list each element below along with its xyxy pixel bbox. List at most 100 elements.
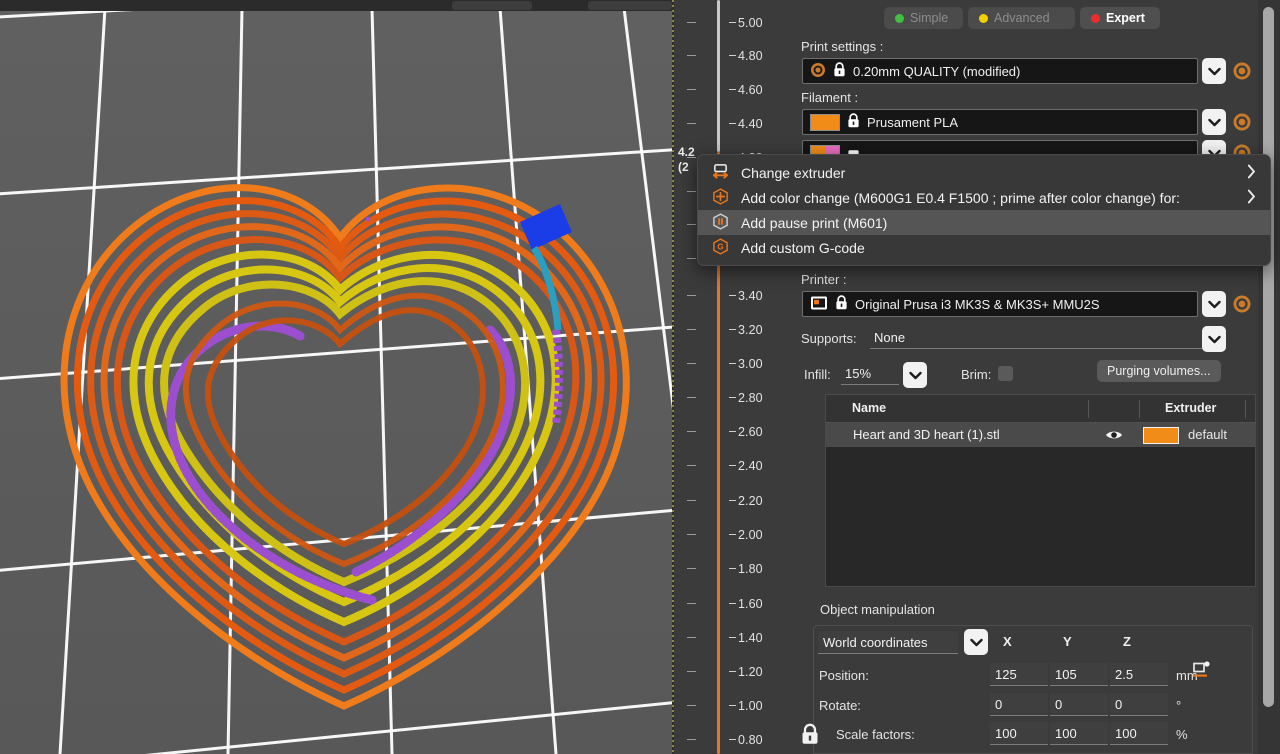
heart-model-gcode[interactable] bbox=[0, 0, 672, 754]
layer-tick[interactable]: 1.60 bbox=[674, 597, 800, 611]
gcode-tick-context-menu[interactable]: Change extruder Add color change (M600G1 … bbox=[697, 154, 1271, 266]
tick-dash bbox=[729, 431, 736, 432]
position-z-field[interactable] bbox=[1110, 663, 1168, 686]
mode-dot-icon bbox=[895, 13, 904, 23]
mode-button-label: Advanced bbox=[994, 11, 1050, 25]
layer-tick[interactable]: 2.80 bbox=[674, 391, 800, 405]
layer-tick[interactable]: 1.00 bbox=[674, 699, 800, 713]
rotate-x-field[interactable] bbox=[990, 693, 1048, 716]
infill-dropdown-button[interactable] bbox=[903, 362, 927, 388]
supports-select[interactable] bbox=[870, 327, 1212, 349]
coordinate-space-dropdown-button[interactable] bbox=[964, 629, 988, 655]
rotate-y-field[interactable] bbox=[1050, 693, 1108, 716]
layer-tick[interactable]: 3.40 bbox=[674, 289, 800, 303]
layer-tick[interactable]: 0.80 bbox=[674, 733, 800, 747]
coordinate-space-select[interactable] bbox=[818, 631, 958, 654]
layer-tick[interactable]: 1.20 bbox=[674, 665, 800, 679]
tick-label: 2.00 bbox=[738, 528, 763, 542]
context-menu-item[interactable]: Add color change (M600G1 E0.4 F1500 ; pr… bbox=[698, 185, 1270, 210]
scale-z-field[interactable] bbox=[1110, 722, 1168, 745]
layer-slider[interactable]: 5.004.804.604.404.204.003.803.603.403.20… bbox=[674, 0, 800, 754]
layer-tick[interactable]: 1.40 bbox=[674, 631, 800, 645]
object-manipulation-title: Object manipulation bbox=[820, 602, 935, 617]
tick-label: 2.40 bbox=[738, 459, 763, 473]
tick-mark bbox=[687, 363, 696, 364]
axis-header-y: Y bbox=[1063, 634, 1072, 649]
viewport-toolbar[interactable] bbox=[0, 0, 672, 11]
print-settings-dropdown-button[interactable] bbox=[1202, 58, 1226, 84]
filament-dropdown-button[interactable] bbox=[1202, 109, 1226, 135]
tick-mark bbox=[687, 568, 696, 569]
eye-icon[interactable] bbox=[1105, 429, 1123, 444]
printer-icon bbox=[810, 295, 828, 314]
scale-y-field[interactable] bbox=[1050, 722, 1108, 745]
mode-button-expert[interactable]: Expert bbox=[1080, 7, 1160, 29]
print-settings-combo[interactable]: 0.20mm QUALITY (modified) bbox=[802, 58, 1198, 84]
tick-mark bbox=[687, 295, 696, 296]
printer-edit-icon[interactable] bbox=[1232, 294, 1252, 314]
purging-volumes-button[interactable]: Purging volumes... bbox=[1097, 360, 1221, 382]
context-menu-item[interactable]: G Add custom G-code bbox=[698, 235, 1270, 260]
context-menu-item[interactable]: Change extruder bbox=[698, 160, 1270, 185]
filament-edit-icon[interactable] bbox=[1232, 112, 1252, 132]
position-y-field[interactable] bbox=[1050, 663, 1108, 686]
infill-label: Infill: bbox=[804, 367, 831, 382]
layer-tick[interactable]: 4.40 bbox=[674, 117, 800, 131]
mode-button-simple[interactable]: Simple bbox=[884, 7, 963, 29]
supports-dropdown-button[interactable] bbox=[1202, 326, 1226, 352]
layer-tick[interactable]: 3.20 bbox=[674, 323, 800, 337]
printer-label: Printer : bbox=[801, 272, 847, 287]
object-list[interactable]: Name Extruder Heart and 3D heart (1).stl… bbox=[825, 394, 1256, 587]
scale-unit: % bbox=[1176, 727, 1188, 742]
context-menu-item-label: Add color change (M600G1 E0.4 F1500 ; pr… bbox=[741, 189, 1180, 206]
right-panel-scrollbar[interactable] bbox=[1258, 0, 1280, 754]
lock-icon[interactable] bbox=[800, 723, 820, 748]
prusaslicer-window: 5.004.804.604.404.204.003.803.603.403.20… bbox=[0, 0, 1280, 754]
tick-dash bbox=[729, 123, 736, 124]
print-settings-label: Print settings : bbox=[801, 39, 884, 54]
supports-label: Supports: bbox=[801, 331, 857, 346]
filament-combo[interactable]: Prusament PLA bbox=[802, 109, 1198, 135]
layer-tick[interactable]: 3.00 bbox=[674, 357, 800, 371]
tick-mark bbox=[687, 55, 696, 56]
scale-x-field[interactable] bbox=[990, 722, 1048, 745]
gcode-preview-viewport[interactable] bbox=[0, 0, 672, 754]
rotate-z-field[interactable] bbox=[1110, 693, 1168, 716]
tick-dash bbox=[729, 500, 736, 501]
tick-mark bbox=[687, 89, 696, 90]
tick-mark bbox=[687, 671, 696, 672]
printer-dropdown-button[interactable] bbox=[1202, 291, 1226, 317]
layer-tick[interactable]: 4.60 bbox=[674, 83, 800, 97]
printer-combo[interactable]: Original Prusa i3 MK3S & MK3S+ MMU2S bbox=[802, 291, 1198, 317]
tick-dash bbox=[729, 89, 736, 90]
brim-checkbox[interactable] bbox=[998, 366, 1013, 381]
printer-value: Original Prusa i3 MK3S & MK3S+ MMU2S bbox=[855, 296, 1100, 312]
layer-tick[interactable]: 2.40 bbox=[674, 459, 800, 473]
tick-label: 1.00 bbox=[738, 699, 763, 713]
mode-button-advanced[interactable]: Advanced bbox=[968, 7, 1075, 29]
tick-label: 2.60 bbox=[738, 425, 763, 439]
mode-dot-icon bbox=[1091, 13, 1100, 23]
object-name: Heart and 3D heart (1).stl bbox=[853, 427, 1000, 442]
layer-tick[interactable]: 5.00 bbox=[674, 16, 800, 30]
tick-label: 1.20 bbox=[738, 665, 763, 679]
drop-to-bed-icon[interactable] bbox=[1192, 661, 1211, 681]
layer-tick[interactable]: 2.60 bbox=[674, 425, 800, 439]
chevron-right-icon bbox=[1247, 164, 1256, 182]
layer-tick[interactable]: 2.00 bbox=[674, 528, 800, 542]
scrollbar-thumb[interactable] bbox=[1263, 7, 1274, 707]
position-label: Position: bbox=[819, 668, 869, 683]
layer-tick[interactable]: 2.20 bbox=[674, 494, 800, 508]
tick-label: 3.20 bbox=[738, 323, 763, 337]
object-list-header: Name Extruder bbox=[826, 395, 1255, 423]
layer-tick[interactable]: 1.80 bbox=[674, 562, 800, 576]
object-list-row[interactable]: Heart and 3D heart (1).stl default bbox=[826, 423, 1255, 447]
infill-select[interactable] bbox=[841, 363, 899, 385]
rotate-unit: ° bbox=[1176, 698, 1182, 713]
position-x-field[interactable] bbox=[990, 663, 1048, 686]
print-settings-edit-icon[interactable] bbox=[1232, 61, 1252, 81]
layer-tick[interactable]: 4.80 bbox=[674, 49, 800, 63]
tick-mark bbox=[687, 397, 696, 398]
context-menu-item[interactable]: Add pause print (M601) bbox=[698, 210, 1270, 235]
tick-mark bbox=[687, 705, 696, 706]
